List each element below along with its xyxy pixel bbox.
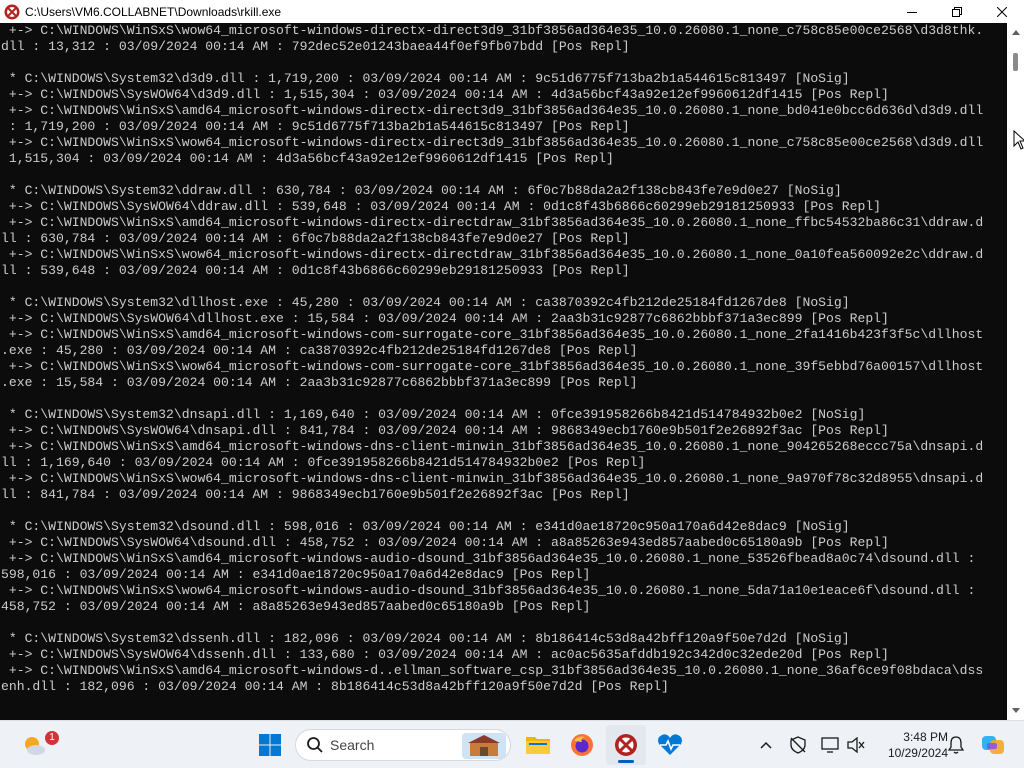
chevron-up-icon: [760, 741, 772, 749]
console-line: .exe : 45,280 : 03/09/2024 00:14 AM : ca…: [1, 343, 638, 358]
tray-display[interactable]: [818, 733, 842, 757]
console-line: * C:\WINDOWS\System32\dssenh.dll : 182,0…: [1, 631, 850, 646]
console-line: +-> C:\WINDOWS\SysWOW64\dsound.dll : 458…: [1, 535, 889, 550]
windows-start-icon: [259, 734, 281, 756]
copilot-icon: [982, 736, 1004, 754]
console-line: +-> C:\WINDOWS\WinSxS\amd64_microsoft-wi…: [1, 551, 976, 566]
search-placeholder: Search: [330, 737, 375, 753]
console-line: +-> C:\WINDOWS\WinSxS\amd64_microsoft-wi…: [1, 103, 984, 118]
window-controls: [889, 0, 1024, 23]
console-line: 598,016 : 03/09/2024 00:14 AM : e341d0ae…: [1, 567, 591, 582]
search-highlight-image-icon: [462, 733, 506, 759]
speaker-muted-icon: [847, 737, 865, 753]
tray-overflow-button[interactable]: [754, 733, 778, 757]
console-line: +-> C:\WINDOWS\WinSxS\wow64_microsoft-wi…: [1, 583, 976, 598]
restore-icon: [951, 6, 962, 17]
mouse-cursor-icon: [1013, 130, 1024, 150]
console-line: +-> C:\WINDOWS\WinSxS\amd64_microsoft-wi…: [1, 663, 984, 678]
window-titlebar[interactable]: C:\Users\VM6.COLLABNET\Downloads\rkill.e…: [0, 0, 1024, 23]
firefox-icon: [571, 734, 593, 756]
close-button[interactable]: [979, 0, 1024, 23]
console-line: 458,752 : 03/09/2024 00:14 AM : a8a85263…: [1, 599, 591, 614]
console-line: +-> C:\WINDOWS\SysWOW64\dssenh.dll : 133…: [1, 647, 889, 662]
taskbar: 1 Search 3:48 PM 10/29/2024: [0, 720, 1024, 768]
notifications-button[interactable]: [944, 733, 968, 757]
taskbar-firefox[interactable]: [562, 725, 602, 765]
console-line: * C:\WINDOWS\System32\d3d9.dll : 1,719,2…: [1, 71, 850, 86]
console-line: +-> C:\WINDOWS\SysWOW64\dnsapi.dll : 841…: [1, 423, 889, 438]
console-line: : 1,719,200 : 03/09/2024 00:14 AM : 9c51…: [1, 119, 630, 134]
vertical-scrollbar[interactable]: [1007, 23, 1024, 720]
console-line: * C:\WINDOWS\System32\dllhost.exe : 45,2…: [1, 295, 850, 310]
display-icon: [821, 737, 839, 753]
minimize-button[interactable]: [889, 0, 934, 23]
arrow-up-icon: [1011, 30, 1020, 35]
console-line: enh.dll : 182,096 : 03/09/2024 00:14 AM …: [1, 679, 669, 694]
taskbar-rkill[interactable]: [606, 725, 646, 765]
system-clock[interactable]: 3:48 PM 10/29/2024: [872, 729, 948, 761]
clock-date: 10/29/2024: [887, 746, 948, 760]
console-line: * C:\WINDOWS\System32\dnsapi.dll : 1,169…: [1, 407, 866, 422]
console-line: ll : 630,784 : 03/09/2024 00:14 AM : 6f0…: [1, 231, 630, 246]
taskbar-file-explorer[interactable]: [518, 725, 558, 765]
copilot-button[interactable]: [980, 733, 1006, 757]
rkill-icon: [4, 4, 20, 19]
console-line: * C:\WINDOWS\System32\ddraw.dll : 630,78…: [1, 183, 842, 198]
window-title: C:\Users\VM6.COLLABNET\Downloads\rkill.e…: [25, 4, 282, 19]
search-icon: [307, 737, 323, 753]
console-line: 1,515,304 : 03/09/2024 00:14 AM : 4d3a56…: [1, 151, 614, 166]
scroll-down-button[interactable]: [1007, 704, 1024, 718]
weather-widget[interactable]: 1: [14, 725, 59, 765]
rkill-icon: [615, 734, 637, 756]
console-output[interactable]: +-> C:\WINDOWS\WinSxS\wow64_microsoft-wi…: [0, 23, 1007, 720]
console-line: +-> C:\WINDOWS\WinSxS\wow64_microsoft-wi…: [1, 247, 984, 262]
taskbar-search[interactable]: Search: [295, 729, 511, 761]
heart-pulse-icon: [658, 734, 682, 755]
console-line: +-> C:\WINDOWS\SysWOW64\d3d9.dll : 1,515…: [1, 87, 889, 102]
close-icon: [996, 6, 1007, 17]
weather-icon: [25, 737, 45, 755]
console-line: ll : 539,648 : 03/09/2024 00:14 AM : 0d1…: [1, 263, 630, 278]
active-app-indicator: [618, 760, 634, 763]
tray-vpn[interactable]: [786, 733, 810, 757]
maximize-button[interactable]: [934, 0, 979, 23]
folder-icon: [526, 737, 550, 754]
console-line: +-> C:\WINDOWS\WinSxS\wow64_microsoft-wi…: [1, 23, 984, 38]
console-line: +-> C:\WINDOWS\SysWOW64\dllhost.exe : 15…: [1, 311, 889, 326]
console-line: dll : 13,312 : 03/09/2024 00:14 AM : 792…: [1, 39, 630, 54]
console-line: +-> C:\WINDOWS\WinSxS\wow64_microsoft-wi…: [1, 359, 984, 374]
console-line: +-> C:\WINDOWS\SysWOW64\ddraw.dll : 539,…: [1, 199, 882, 214]
console-line: * C:\WINDOWS\System32\dsound.dll : 598,0…: [1, 519, 850, 534]
console-line: +-> C:\WINDOWS\WinSxS\wow64_microsoft-wi…: [1, 471, 984, 486]
console-line: .exe : 15,584 : 03/09/2024 00:14 AM : 2a…: [1, 375, 638, 390]
scroll-up-button[interactable]: [1007, 25, 1024, 39]
shield-off-icon: [790, 736, 806, 754]
console-line: ll : 1,169,640 : 03/09/2024 00:14 AM : 0…: [1, 455, 646, 470]
start-button[interactable]: [250, 725, 290, 765]
taskbar-health-app[interactable]: [650, 725, 690, 765]
notification-badge: 1: [45, 731, 59, 745]
console-line: +-> C:\WINDOWS\WinSxS\amd64_microsoft-wi…: [1, 327, 984, 342]
console-line: ll : 841,784 : 03/09/2024 00:14 AM : 986…: [1, 487, 630, 502]
bell-icon: [948, 736, 964, 754]
arrow-down-icon: [1011, 708, 1020, 713]
console-line: +-> C:\WINDOWS\WinSxS\amd64_microsoft-wi…: [1, 439, 984, 454]
scrollbar-thumb[interactable]: [1013, 53, 1018, 71]
tray-sound[interactable]: [844, 733, 868, 757]
clock-time: 3:48 PM: [903, 730, 948, 744]
minimize-icon: [906, 11, 917, 13]
console-line: +-> C:\WINDOWS\WinSxS\wow64_microsoft-wi…: [1, 135, 984, 150]
console-line: +-> C:\WINDOWS\WinSxS\amd64_microsoft-wi…: [1, 215, 984, 230]
